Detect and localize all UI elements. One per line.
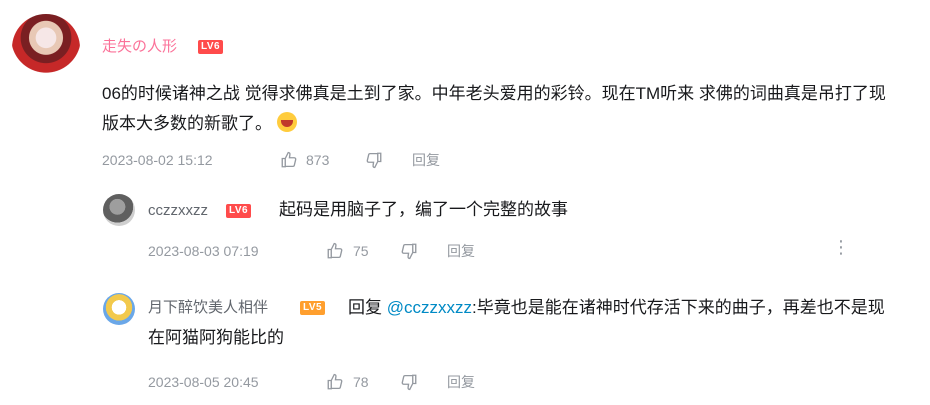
thumbs-down-icon[interactable] bbox=[400, 242, 418, 260]
thumbs-up-icon[interactable] bbox=[280, 151, 298, 169]
comment-text: 06的时候诸神之战 觉得求佛真是土到了家。中年老头爱用的彩铃。现在TM听来 求佛… bbox=[102, 79, 902, 139]
comment-date: 2023-08-05 20:45 bbox=[148, 374, 259, 390]
like-count: 873 bbox=[306, 152, 330, 168]
like-count: 75 bbox=[353, 243, 369, 259]
level-badge: LV6 bbox=[226, 204, 252, 218]
reply-button[interactable]: 回复 bbox=[447, 373, 475, 391]
comment-text: 回复 @cczzxxzz:毕竟也是能在诸神时代存活下来的曲子，再差也不是现在阿猫… bbox=[148, 293, 900, 353]
level-badge: LV6 bbox=[198, 40, 224, 54]
reply-prefix: 回复 bbox=[348, 298, 382, 317]
thumbs-up-icon[interactable] bbox=[326, 242, 344, 260]
thumbs-down-icon[interactable] bbox=[400, 373, 418, 391]
avatar[interactable] bbox=[12, 14, 80, 82]
thumbs-up-icon[interactable] bbox=[326, 373, 344, 391]
reply-button[interactable]: 回复 bbox=[412, 151, 440, 169]
reply-button[interactable]: 回复 bbox=[447, 242, 475, 260]
username[interactable]: cczzxxzz bbox=[148, 202, 208, 220]
like-count: 78 bbox=[353, 374, 369, 390]
comment-body: 06的时候诸神之战 觉得求佛真是土到了家。中年老头爱用的彩铃。现在TM听来 求佛… bbox=[102, 84, 886, 133]
thumbs-down-icon[interactable] bbox=[365, 151, 383, 169]
username[interactable]: 走失の人形 bbox=[102, 38, 177, 56]
comment-body: :毕竟也是能在诸神时代存活下来的曲子，再差也不是现在阿猫阿狗能比的 bbox=[148, 298, 885, 347]
comment-date: 2023-08-03 07:19 bbox=[148, 243, 259, 259]
mention-link[interactable]: @cczzxxzz bbox=[387, 298, 472, 317]
avatar[interactable] bbox=[103, 293, 135, 325]
avatar[interactable] bbox=[103, 194, 135, 226]
laugh-cry-emoji-icon bbox=[276, 112, 297, 132]
comment-text: 起码是用脑子了，编了一个完整的故事 bbox=[279, 200, 568, 219]
comment-date: 2023-08-02 15:12 bbox=[102, 152, 213, 168]
more-vertical-icon[interactable]: ⋮ bbox=[832, 238, 850, 256]
